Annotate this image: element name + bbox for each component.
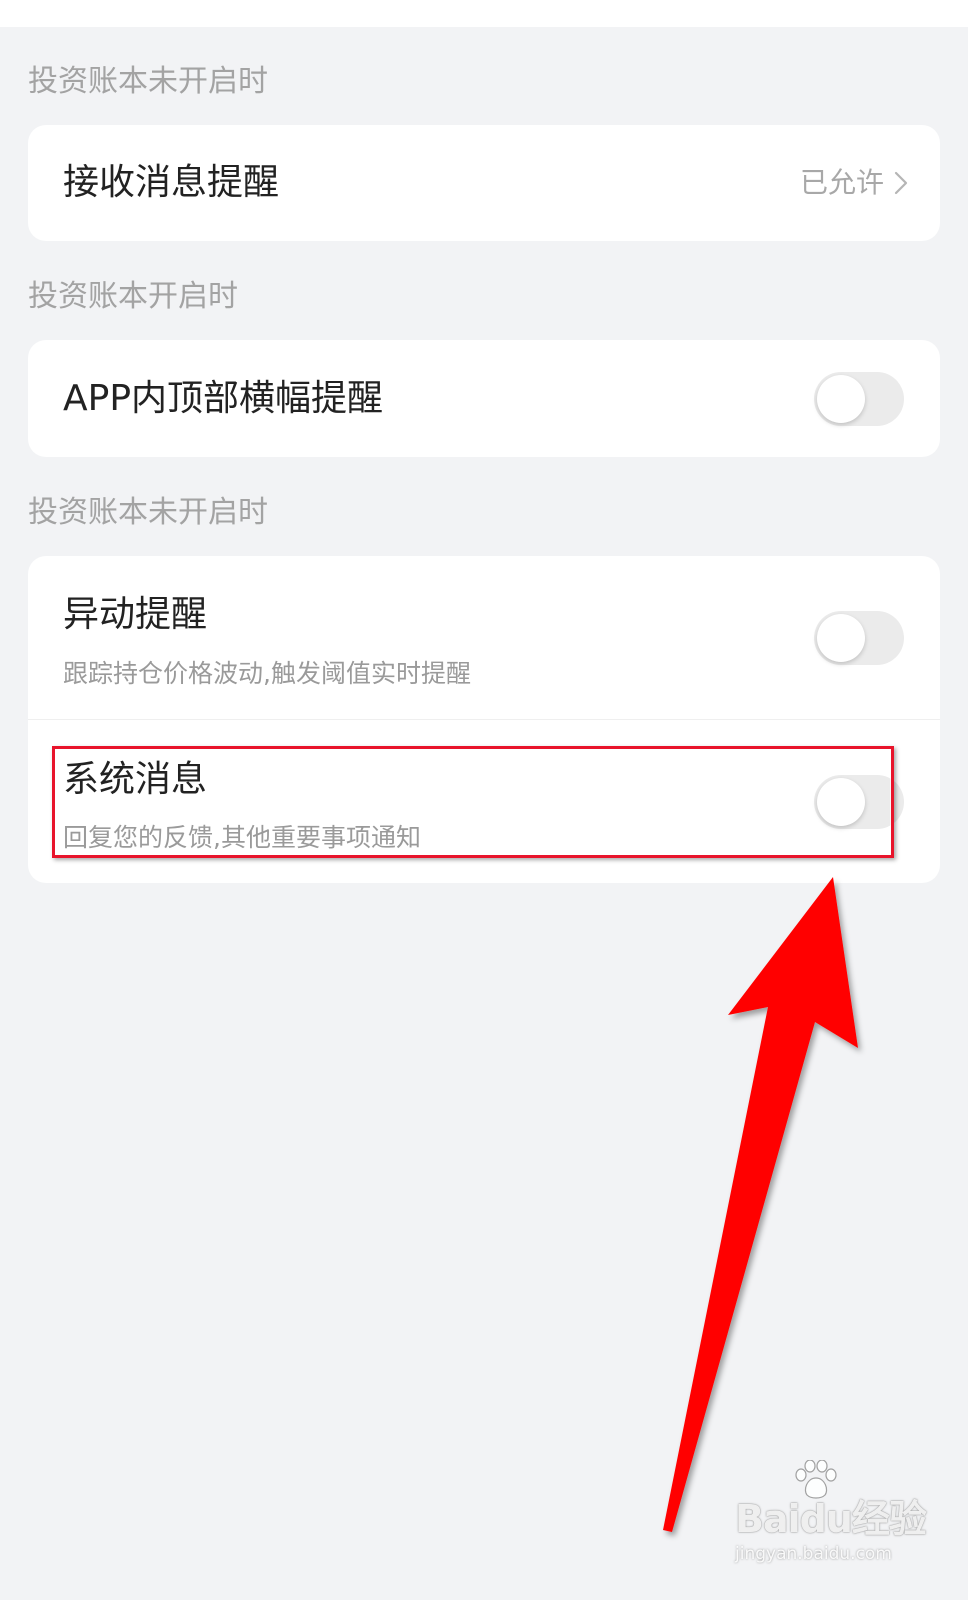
price-alert-description: 跟踪持仓价格波动,触发阈值实时提醒: [63, 659, 471, 688]
system-messages-label: 系统消息: [63, 759, 208, 800]
alerts-card: 异动提醒 跟踪持仓价格波动,触发阈值实时提醒 系统消息 回复您的反馈,其他重要事…: [28, 556, 940, 883]
section-header-account-on: 投资账本开启时: [28, 279, 238, 314]
chevron-right-icon: [894, 171, 908, 195]
permission-status-text: 已允许: [799, 166, 884, 199]
receive-notifications-row[interactable]: 接收消息提醒 已允许: [28, 125, 940, 241]
price-alert-label: 异动提醒: [63, 594, 208, 635]
banner-reminder-label: APP内顶部横幅提醒: [63, 378, 384, 419]
watermark-url: jingyan.baidu.com: [735, 1544, 892, 1564]
banner-reminder-card: APP内顶部横幅提醒: [28, 340, 940, 457]
receive-notifications-card: 接收消息提醒 已允许: [28, 125, 940, 241]
section-header-account-off-2: 投资账本未开启时: [28, 495, 268, 530]
receive-notifications-label: 接收消息提醒: [63, 162, 280, 203]
toggle-knob: [817, 778, 865, 826]
system-messages-toggle[interactable]: [814, 775, 904, 829]
section-header-account-off-1: 投资账本未开启时: [28, 64, 268, 99]
watermark-brand: Baidu经验: [735, 1497, 927, 1541]
row-divider: [28, 719, 940, 720]
price-alert-toggle[interactable]: [814, 611, 904, 665]
watermark: Baidu经验 jingyan.baidu.com: [735, 1460, 927, 1580]
paw-icon: [795, 1460, 837, 1499]
top-bar: [0, 0, 968, 27]
system-messages-description: 回复您的反馈,其他重要事项通知: [63, 823, 421, 852]
toggle-knob: [817, 614, 865, 662]
receive-notifications-status: 已允许: [800, 163, 908, 203]
toggle-knob: [817, 375, 865, 423]
banner-reminder-toggle[interactable]: [814, 372, 904, 426]
